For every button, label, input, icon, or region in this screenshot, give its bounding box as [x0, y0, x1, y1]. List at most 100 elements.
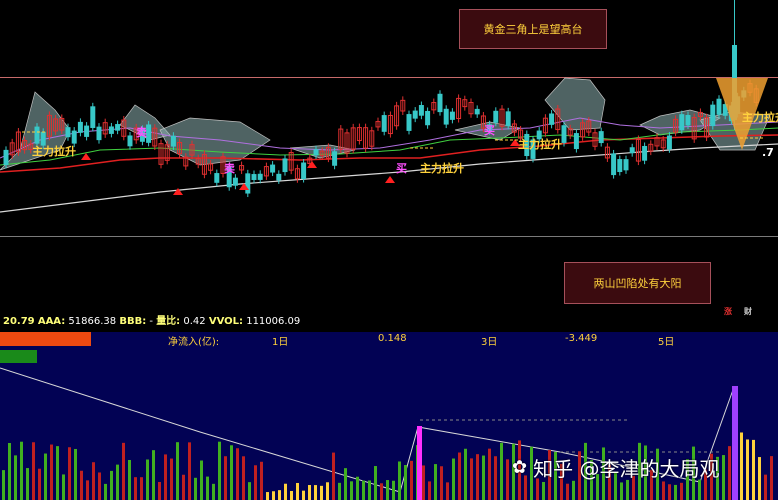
volume-bar [422, 465, 425, 500]
volume-bar [326, 482, 329, 500]
candle-body [561, 125, 567, 143]
tag-pull-up: 主力拉升 [742, 110, 778, 124]
candle-body [449, 111, 455, 120]
volume-bar [152, 450, 155, 500]
volume-bar [134, 477, 137, 500]
volume-bar [110, 470, 113, 500]
candle-body [617, 159, 623, 173]
signal-triangle [81, 153, 91, 160]
candle-body [3, 149, 9, 165]
volume-bar [464, 448, 467, 500]
candle-body [642, 145, 648, 161]
volume-bar [236, 448, 239, 500]
volume-bar [98, 472, 101, 500]
volume-spike [417, 426, 422, 500]
volume-bar [680, 482, 683, 500]
volume-bar [668, 484, 671, 500]
candle-body [232, 177, 238, 186]
candle-body [443, 108, 449, 125]
candle-body [146, 124, 152, 143]
volume-bar [482, 455, 485, 500]
volume-bar [446, 482, 449, 500]
volume-bar [398, 461, 401, 500]
candle-body [40, 131, 46, 146]
volume-bar [200, 460, 203, 500]
volume-bar [272, 491, 275, 500]
candle-body [301, 162, 307, 180]
volume-ratio-value: 0.42 [183, 316, 206, 327]
volume-bar [470, 458, 473, 500]
candle-body [96, 126, 102, 141]
volume-bar [8, 442, 11, 500]
volume-bar [728, 446, 731, 500]
volume-bar [752, 439, 755, 500]
volume-bar [38, 468, 41, 500]
volume-bar [368, 480, 371, 500]
candle-body [629, 147, 635, 154]
volume-bar [308, 485, 311, 500]
panel-divider [0, 236, 778, 237]
candle-body [276, 173, 282, 181]
candle-body [245, 173, 251, 194]
volume-bar [206, 476, 209, 500]
signal-triangle [307, 161, 317, 168]
volume-bar [296, 482, 299, 500]
volume-bar [32, 442, 35, 500]
volume-bar [380, 483, 383, 500]
volume-bar [674, 484, 677, 500]
candle-body [418, 105, 424, 116]
volume-bar [146, 459, 149, 500]
candle-body [406, 114, 412, 131]
vvol-label: VVOL: [208, 316, 244, 327]
volume-bar [410, 460, 413, 500]
candle-body [505, 111, 511, 127]
volume-bar [290, 491, 293, 500]
candle-body [127, 135, 133, 147]
volume-bar [26, 468, 29, 500]
aaa-label: AAA: [37, 316, 66, 327]
tag-buy: 买 [396, 162, 407, 175]
volume-bar [434, 464, 437, 500]
volume-bar [140, 477, 143, 500]
volume-bar [2, 470, 5, 500]
volume-bar [428, 481, 431, 500]
volume-bar [314, 485, 317, 500]
tag-buy: 买 [484, 124, 495, 137]
price-chart-panel[interactable]: 主力拉升主力拉升主力拉升主力拉升卖卖买买.7 黄金三角上是望高台 [0, 0, 778, 302]
volume-bar [284, 483, 287, 500]
volume-bar [194, 477, 197, 500]
tag-rise: 涨 [724, 307, 732, 316]
candle-body [666, 135, 672, 150]
volume-bar [764, 474, 767, 500]
indicator-status-bar: 20.79 AAA: 51866.38 BBB: - 量比: 0.42 VVOL… [0, 312, 778, 332]
candle-body [313, 149, 319, 156]
volume-bar [170, 458, 173, 500]
volume-bar [500, 442, 503, 500]
volume-bar [386, 480, 389, 500]
candle-body [84, 125, 90, 137]
volume-bar [338, 482, 341, 500]
candle-body [282, 158, 288, 173]
annotation-golden-triangle: 黄金三角上是望高台 [459, 9, 607, 49]
candle-body [332, 151, 338, 166]
volume-bar [44, 453, 47, 500]
volume-bar [770, 456, 773, 500]
volume-bar [476, 454, 479, 500]
volume-bar [488, 448, 491, 500]
volume-bar [374, 466, 377, 500]
volume-bar [182, 474, 185, 500]
volume-bar [164, 454, 167, 500]
tag-pull-up: 主力拉升 [32, 144, 76, 158]
candle-body [710, 104, 716, 127]
tag-fortune: 财 [744, 307, 752, 316]
volume-bar [14, 455, 17, 500]
bbb-label: BBB: [119, 316, 147, 327]
volume-bar [698, 479, 701, 500]
vvol-value: 111006.09 [246, 316, 301, 327]
price-chart-svg: 主力拉升主力拉升主力拉升主力拉升卖卖买买.7 [0, 0, 778, 213]
signal-triangle [385, 176, 395, 183]
volume-bar [116, 464, 119, 500]
volume-bar [56, 446, 59, 500]
volume-bar [626, 479, 629, 500]
volume-bar [260, 461, 263, 500]
